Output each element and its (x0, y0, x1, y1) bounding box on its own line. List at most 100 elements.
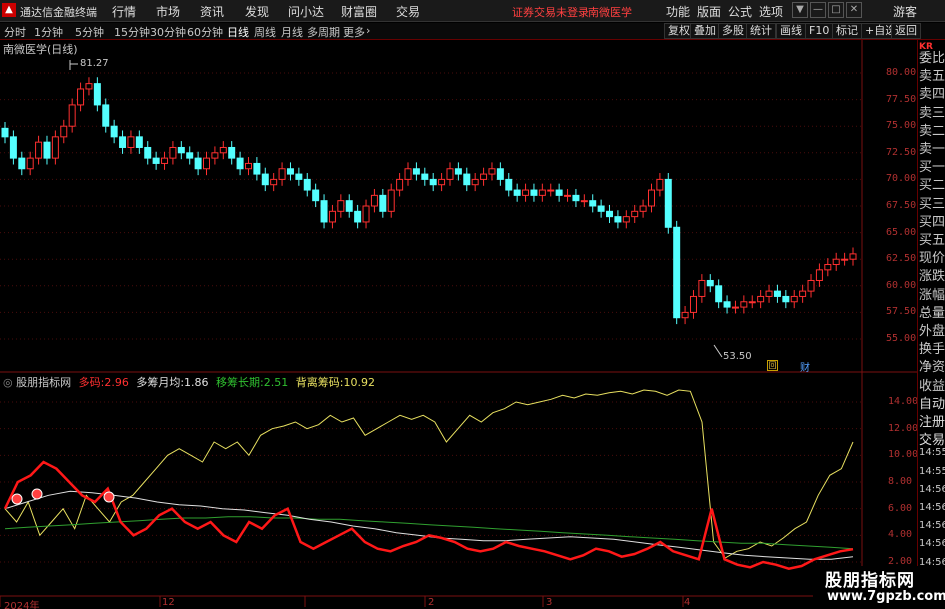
candle-body (673, 226, 681, 319)
side-panel-label[interactable]: 买二 (919, 174, 945, 193)
period-tab-30min[interactable]: 30分钟 (150, 24, 186, 40)
period-tab-60min[interactable]: 60分钟 (187, 24, 223, 40)
candle-body (261, 173, 269, 186)
menu-options[interactable]: 选项 (759, 3, 783, 20)
candle-body (9, 136, 17, 159)
side-panel-label[interactable]: 现价 (919, 247, 945, 266)
indicator-label-3: 移筹长期: (216, 376, 264, 389)
candle-body (303, 178, 311, 191)
period-tab-more[interactable]: 更多 (343, 24, 365, 40)
candle-body (68, 104, 76, 127)
f10-button[interactable]: F10 (805, 23, 834, 39)
mark-button[interactable]: 标记 (832, 23, 862, 39)
side-panel-label[interactable]: 14:56 (919, 502, 945, 513)
dropdown-button[interactable]: ▼ (792, 2, 808, 18)
menu-news[interactable]: 资讯 (200, 3, 224, 20)
side-panel-label[interactable]: 委比 (919, 47, 945, 66)
review-marker[interactable]: 回 (767, 360, 778, 371)
side-panel-label[interactable]: 买三 (919, 193, 945, 212)
menu-layout[interactable]: 版面 (697, 3, 721, 20)
side-panel-label[interactable]: 自动 (919, 393, 945, 412)
candle-body (790, 295, 798, 303)
indicator-dot-icon[interactable]: ◎ (3, 376, 13, 389)
indicator-name[interactable]: 股朋指标网 (16, 376, 71, 389)
period-tab-15min[interactable]: 15分钟 (114, 24, 150, 40)
side-panel-label[interactable]: 外盘 (919, 320, 945, 339)
side-panel-label[interactable]: 收益 (919, 375, 945, 394)
menu-formula[interactable]: 公式 (728, 3, 752, 20)
period-tab-1min[interactable]: 1分钟 (34, 24, 63, 40)
side-panel-label[interactable]: 卖二 (919, 120, 945, 139)
back-button[interactable]: 返回 (891, 23, 921, 39)
menu-wealth[interactable]: 财富圈 (341, 3, 377, 20)
user-label[interactable]: 游客 (893, 3, 917, 20)
side-panel-label[interactable]: 卖四 (919, 83, 945, 102)
candle-body (463, 173, 471, 186)
candle-body (186, 152, 194, 159)
price-tick-label: 57.50 (886, 306, 917, 318)
finance-marker[interactable]: 财 (800, 359, 810, 374)
menu-function[interactable]: 功能 (666, 3, 690, 20)
maximize-button[interactable]: □ (828, 2, 844, 18)
period-tab-5min[interactable]: 5分钟 (75, 24, 104, 40)
side-panel-label[interactable]: 换手 (919, 338, 945, 357)
side-panel-label[interactable]: 注册 (919, 411, 945, 430)
side-panel-label[interactable]: 买一 (919, 156, 945, 175)
period-tab-timeshare[interactable]: 分时 (4, 24, 26, 40)
high-price-label: 81.27 (80, 58, 109, 69)
signal-marker (31, 488, 43, 500)
more-chevron-icon[interactable]: › (366, 24, 370, 37)
side-panel-label[interactable]: 卖五 (919, 65, 945, 84)
candle-body (740, 301, 748, 308)
draw-line-button[interactable]: 画线 (776, 23, 806, 39)
indicator-grid (0, 401, 862, 563)
indicator-tick-label: 14.00 (888, 396, 919, 407)
close-button[interactable]: ✕ (846, 2, 862, 18)
candle-body (270, 178, 278, 186)
candle-body (110, 125, 118, 138)
side-panel-label[interactable]: 交易 (919, 429, 945, 448)
menu-trade[interactable]: 交易 (396, 3, 420, 20)
main-grid (0, 72, 862, 340)
candle-body (1, 127, 9, 138)
candle-body (748, 301, 756, 304)
menu-ask[interactable]: 问小达 (288, 3, 324, 20)
multi-stock-button[interactable]: 多股 (718, 23, 748, 39)
minimize-button[interactable]: — (810, 2, 826, 18)
menu-discover[interactable]: 发现 (245, 3, 269, 20)
candle-body (219, 146, 227, 154)
price-tick-label: 60.00 (886, 279, 917, 291)
side-panel-label[interactable]: 卖三 (919, 102, 945, 121)
stats-button[interactable]: 统计 (746, 23, 776, 39)
side-panel-label[interactable]: 14:56 (919, 484, 945, 495)
menu-exchange[interactable]: 市场 (156, 3, 180, 20)
candle-body (496, 168, 504, 180)
login-notice[interactable]: 证券交易未登录 (512, 4, 589, 20)
side-panel-label[interactable]: 14:55 (919, 447, 945, 458)
chart-area[interactable] (0, 40, 917, 607)
side-panel-label[interactable]: 总量 (919, 302, 945, 321)
period-tab-daily[interactable]: 日线 (227, 24, 249, 40)
side-panel-label[interactable]: 买四 (919, 211, 945, 230)
price-tick-label: 75.00 (886, 120, 917, 132)
watermark-line2: www.7gpzb.com (827, 589, 945, 604)
period-tab-multi[interactable]: 多周期 (307, 24, 340, 40)
overlay-button[interactable]: 叠加 (690, 23, 720, 39)
side-panel-label[interactable]: 涨幅 (919, 284, 945, 303)
candle-body (211, 152, 219, 159)
quote-side-panel[interactable]: KR 委比 卖五 卖四 卖三 卖二 卖一 买一 买二 买三 买四 买五 现价 涨跌 涨幅 总量 外盘 换手 净资收… (917, 40, 945, 607)
side-panel-label[interactable]: 买五 (919, 229, 945, 248)
side-panel-label[interactable]: 卖一 (919, 138, 945, 157)
menu-market[interactable]: 行情 (112, 3, 136, 20)
indicator-tick-label: 4.00 (888, 529, 913, 541)
side-panel-label[interactable]: 净资 (919, 356, 945, 375)
candle-body (564, 194, 572, 197)
side-panel-label[interactable]: 14:55 (919, 466, 945, 477)
side-panel-label[interactable]: 14:56 (919, 538, 945, 549)
period-tab-monthly[interactable]: 月线 (281, 24, 303, 40)
side-panel-label[interactable]: 涨跌 (919, 265, 945, 284)
indicator-value-3: 2.51 (263, 376, 289, 389)
period-tab-weekly[interactable]: 周线 (254, 24, 276, 40)
candle-body (622, 216, 630, 223)
side-panel-label[interactable]: 14:56 (919, 520, 945, 531)
